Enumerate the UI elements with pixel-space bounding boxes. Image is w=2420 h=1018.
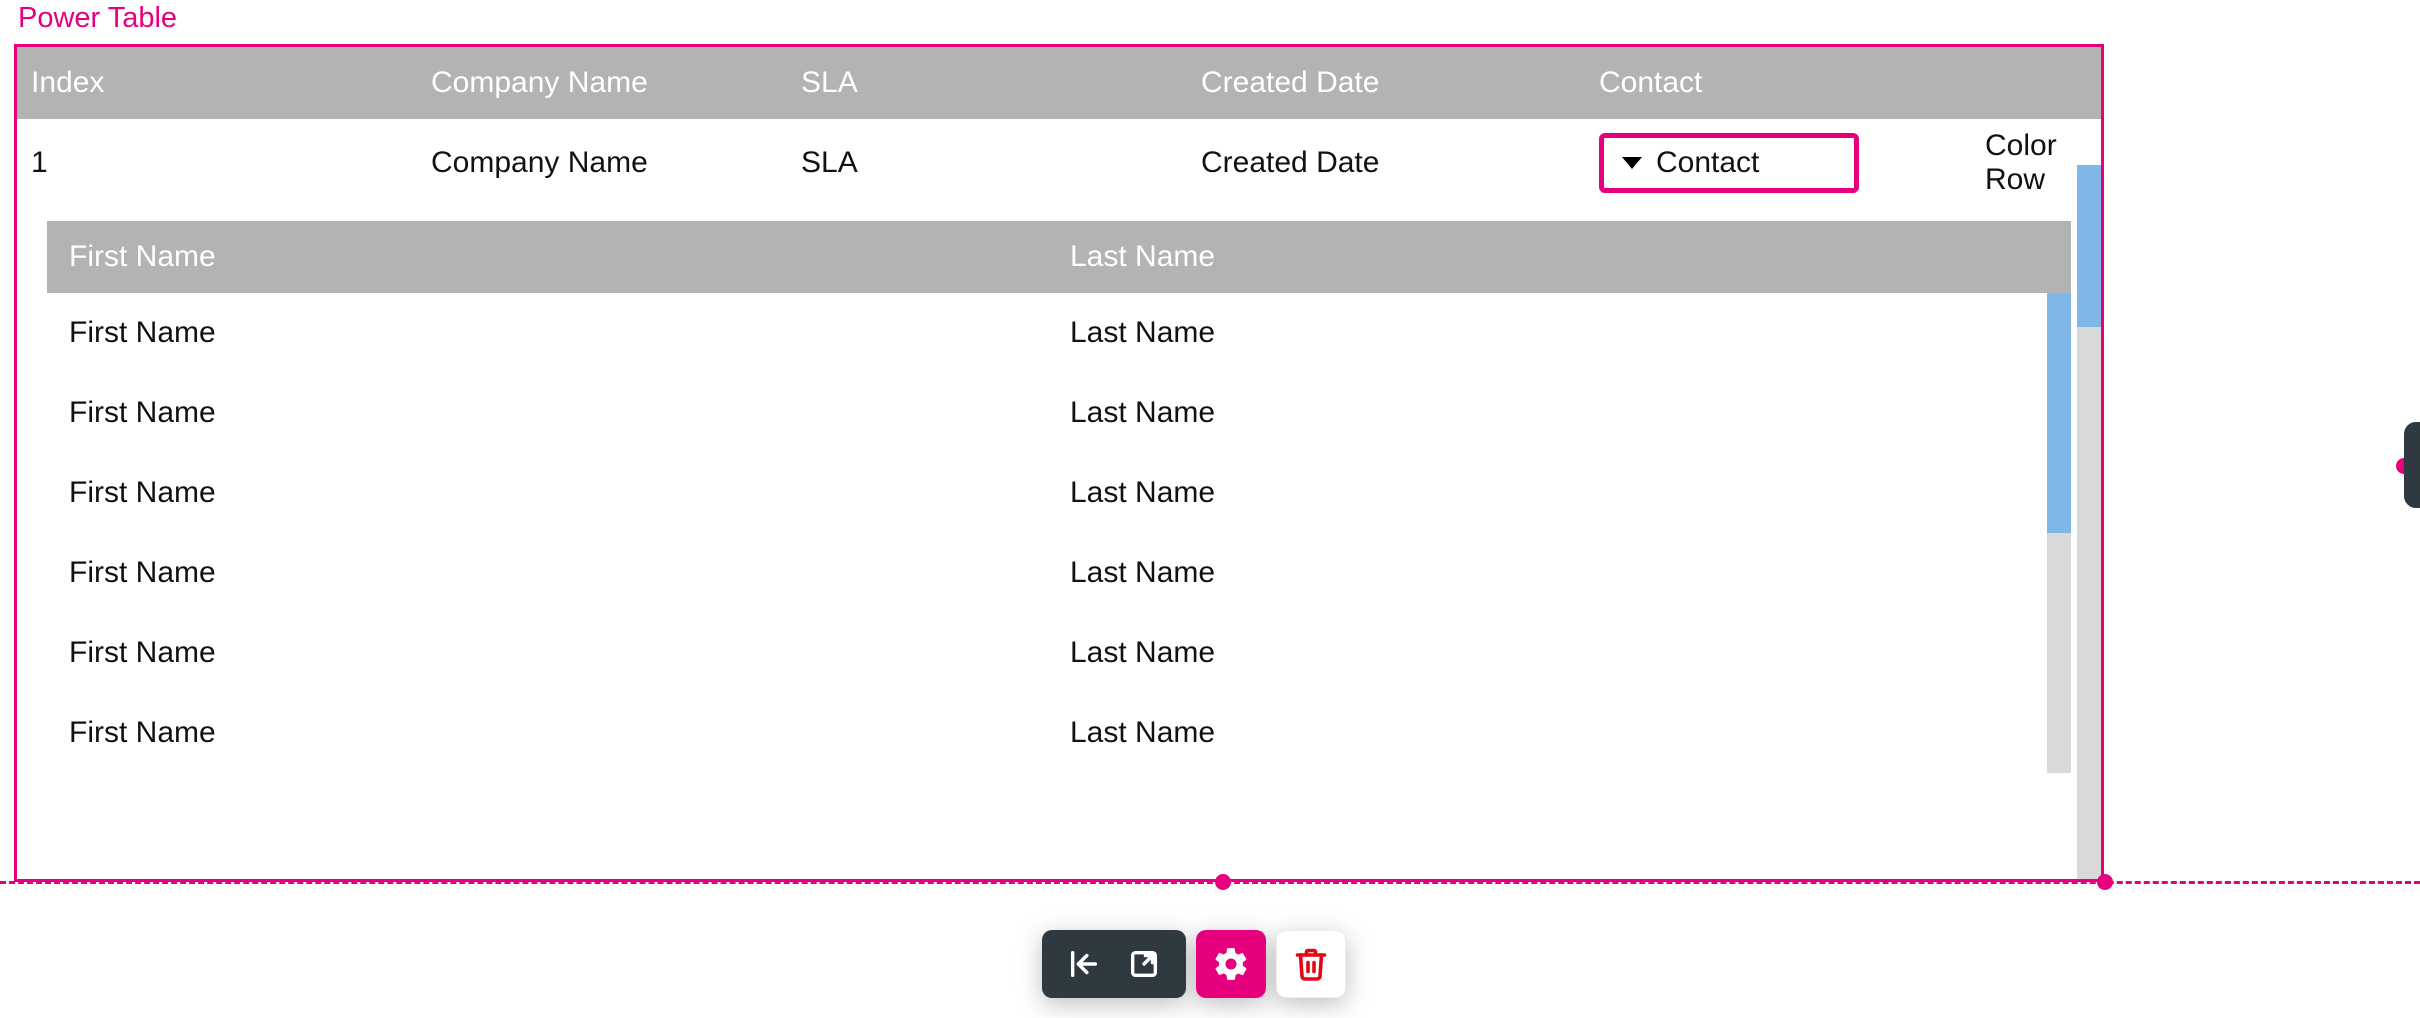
list-item[interactable]: First Name Last Name (47, 453, 2071, 533)
outer-scrollbar-thumb[interactable] (2077, 165, 2101, 327)
contact-dropdown[interactable]: Contact (1599, 133, 1859, 193)
nested-cell-first: First Name (69, 716, 1070, 750)
header-company[interactable]: Company Name (431, 66, 801, 100)
list-item[interactable]: First Name Last Name (47, 373, 2071, 453)
cell-contact-wrapper: Contact (1599, 133, 1985, 193)
nested-cell-last: Last Name (1070, 396, 2071, 430)
nested-cell-first: First Name (69, 556, 1070, 590)
nested-cell-last: Last Name (1070, 476, 2071, 510)
nested-header-first[interactable]: First Name (69, 240, 1070, 274)
nested-header-last[interactable]: Last Name (1070, 240, 2071, 274)
cell-company: Company Name (431, 146, 801, 180)
resize-handle-corner[interactable] (2097, 874, 2113, 890)
nested-body: First Name Last Name First Name Last Nam… (47, 293, 2071, 773)
nested-cell-first: First Name (69, 316, 1070, 350)
header-created[interactable]: Created Date (1201, 66, 1599, 100)
outer-scrollbar[interactable] (2077, 165, 2101, 879)
header-sla[interactable]: SLA (801, 66, 1201, 100)
collapse-left-icon[interactable] (1067, 947, 1101, 981)
settings-button[interactable] (1196, 930, 1266, 998)
nested-cell-first: First Name (69, 476, 1070, 510)
nested-scrollbar[interactable] (2047, 293, 2071, 773)
outer-header-row: Index Company Name SLA Created Date Cont… (17, 47, 2101, 119)
floating-scroll-control[interactable] (2404, 422, 2420, 508)
gear-icon (1212, 945, 1250, 983)
nested-cell-first: First Name (69, 636, 1070, 670)
header-contact[interactable]: Contact (1599, 66, 1985, 100)
nested-header-row: First Name Last Name (47, 221, 2071, 293)
table-row[interactable]: 1 Company Name SLA Created Date Contact … (17, 119, 2101, 207)
list-item[interactable]: First Name Last Name (47, 293, 2071, 373)
list-item[interactable]: First Name Last Name (47, 613, 2071, 693)
nested-table: First Name Last Name First Name Last Nam… (47, 221, 2071, 773)
delete-button[interactable] (1276, 930, 1346, 998)
list-item[interactable]: First Name Last Name (47, 693, 2071, 773)
nested-cell-last: Last Name (1070, 316, 2071, 350)
nested-cell-last: Last Name (1070, 636, 2071, 670)
nested-cell-last: Last Name (1070, 716, 2071, 750)
trash-icon (1293, 946, 1329, 982)
nested-scrollbar-thumb[interactable] (2047, 293, 2071, 533)
power-table-widget[interactable]: Index Company Name SLA Created Date Cont… (14, 44, 2104, 882)
header-index[interactable]: Index (31, 66, 431, 100)
cell-index: 1 (31, 146, 431, 180)
selection-guide-line (0, 881, 2420, 884)
resize-handle-bottom[interactable] (1215, 874, 1231, 890)
cell-sla: SLA (801, 146, 1201, 180)
nested-cell-last: Last Name (1070, 556, 2071, 590)
nested-cell-first: First Name (69, 396, 1070, 430)
cell-created: Created Date (1201, 146, 1599, 180)
contact-dropdown-label: Contact (1656, 146, 1759, 180)
toolbar-dark-group (1042, 930, 1186, 998)
widget-label: Power Table (18, 2, 177, 35)
outer-table: Index Company Name SLA Created Date Cont… (17, 47, 2101, 773)
widget-toolbar (1042, 930, 1346, 998)
caret-down-icon (1622, 157, 1642, 169)
list-item[interactable]: First Name Last Name (47, 533, 2071, 613)
popout-icon[interactable] (1127, 947, 1161, 981)
